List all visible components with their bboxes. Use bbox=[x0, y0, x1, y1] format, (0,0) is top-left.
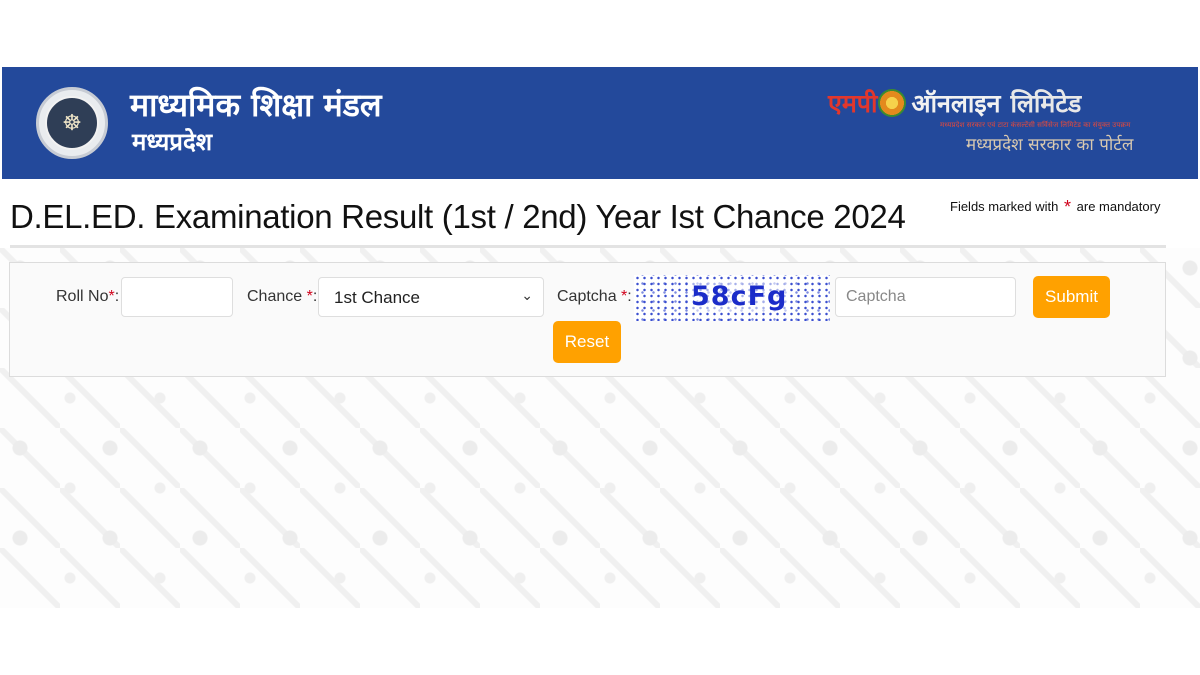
captcha-label: Captcha *: bbox=[557, 288, 632, 306]
board-state: मध्यप्रदेश bbox=[132, 127, 213, 156]
chance-label: Chance *: bbox=[247, 288, 317, 306]
reset-button[interactable]: Reset bbox=[553, 321, 621, 363]
mp-online-logo-part2: ऑनलाइन bbox=[911, 89, 1001, 118]
chance-selected-value: 1st Chance bbox=[334, 288, 420, 307]
site-header: ☸ माध्यमिक शिक्षा मंडल मध्यप्रदेश एमपी ऑ… bbox=[2, 67, 1198, 179]
roll-no-label-text: Roll No bbox=[56, 288, 109, 305]
chance-select[interactable]: 1st Chance ⌄ bbox=[318, 277, 544, 317]
board-name: माध्यमिक शिक्षा मंडल bbox=[130, 86, 382, 124]
captcha-label-text: Captcha bbox=[557, 288, 617, 305]
mandatory-note-prefix: Fields marked with bbox=[950, 199, 1059, 214]
captcha-image-text: 58cFg bbox=[688, 281, 791, 312]
mp-online-tagline-small: मध्यप्रदेश सरकार एवं टाटा कंसल्टेंसी सर्… bbox=[940, 122, 1131, 129]
mp-online-logo-text: एमपी ऑनलाइन लिमिटेड bbox=[828, 85, 1081, 121]
captcha-image: 58cFg bbox=[634, 275, 830, 321]
mp-online-emblem-icon bbox=[878, 89, 907, 117]
mandatory-note-suffix: are mandatory bbox=[1076, 199, 1161, 214]
captcha-colon: : bbox=[627, 288, 632, 305]
captcha-input[interactable] bbox=[835, 277, 1016, 317]
mp-online-logo-part1: एमपी bbox=[828, 89, 878, 118]
mandatory-note: Fields marked with * are mandatory bbox=[950, 197, 1160, 218]
mp-online-tagline: मध्यप्रदेश सरकार का पोर्टल bbox=[966, 135, 1134, 155]
mp-online-logo-part3: लिमिटेड bbox=[1010, 89, 1082, 118]
roll-no-input[interactable] bbox=[121, 277, 233, 317]
chance-label-text: Chance bbox=[247, 288, 303, 305]
chevron-down-icon: ⌄ bbox=[521, 287, 533, 303]
roll-no-colon: : bbox=[114, 288, 120, 305]
mp-online-logo: एमपी ऑनलाइन लिमिटेड मध्यप्रदेश सरकार एवं… bbox=[828, 85, 1140, 163]
board-emblem-logo: ☸ bbox=[36, 87, 108, 159]
page-title: D.EL.ED. Examination Result (1st / 2nd) … bbox=[10, 198, 906, 235]
chance-colon: : bbox=[312, 288, 318, 305]
emblem-icon: ☸ bbox=[45, 96, 99, 150]
roll-no-label: Roll No*: bbox=[56, 288, 119, 306]
mandatory-star: * bbox=[1064, 197, 1072, 217]
submit-button[interactable]: Submit bbox=[1033, 276, 1110, 318]
